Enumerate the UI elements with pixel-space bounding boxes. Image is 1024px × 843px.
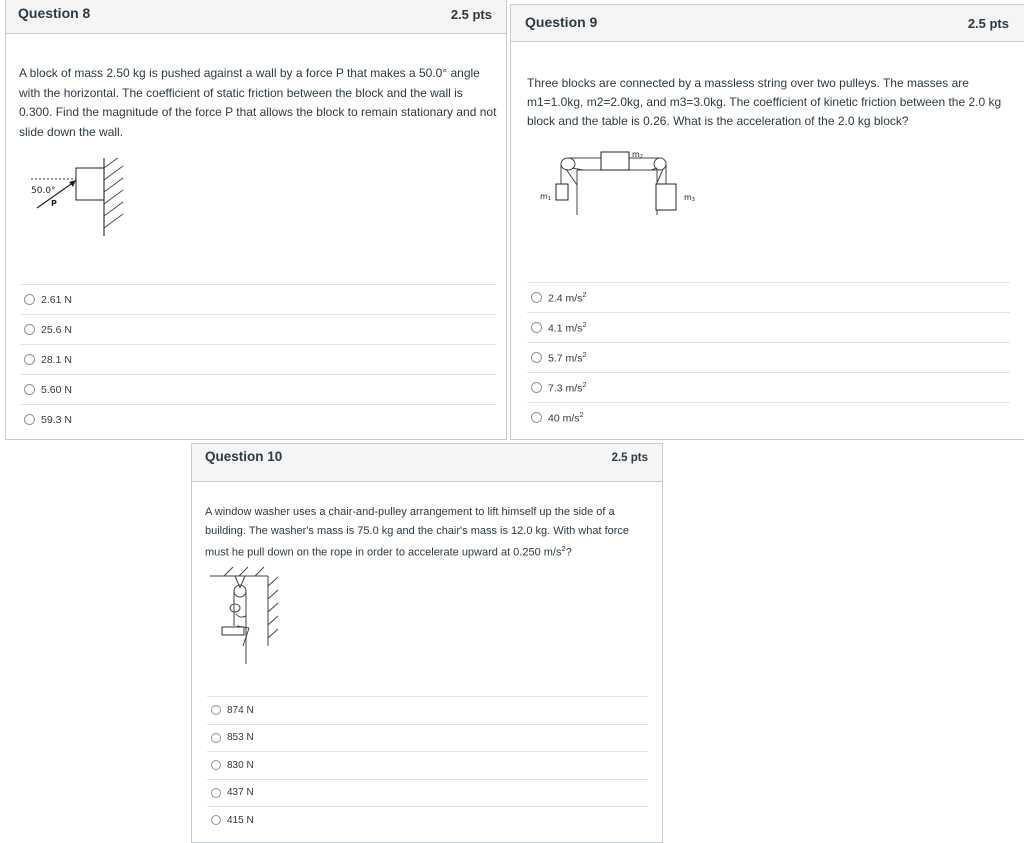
radio-button[interactable] — [211, 705, 221, 716]
radio-button[interactable] — [531, 412, 542, 423]
answer-option[interactable]: 7.3 m/s2 — [527, 372, 1010, 402]
answer-option[interactable]: 5.7 m/s2 — [527, 342, 1010, 372]
radio-button[interactable] — [24, 324, 35, 335]
label-m2: m2 — [632, 150, 643, 160]
answer-option[interactable]: 59.3 N — [20, 404, 496, 434]
radio-button[interactable] — [211, 732, 221, 743]
radio-button[interactable] — [531, 382, 542, 393]
question-text: A window washer uses a chair-and-pulley … — [205, 506, 630, 559]
answer-label: 40 m/s2 — [548, 410, 584, 425]
answer-option[interactable]: 830 N — [207, 751, 648, 779]
block-wall-diagram: 50.0° P — [31, 158, 124, 236]
answer-option[interactable]: 874 N — [207, 696, 648, 724]
radio-button[interactable] — [24, 384, 35, 395]
radio-button[interactable] — [211, 760, 221, 771]
wall-hatching — [103, 158, 124, 229]
answer-list: 874 N 853 N 830 N 437 N 415 N — [207, 696, 648, 834]
question-8-card: Question 8 2.5 pts A block of mass 2.50 … — [5, 0, 507, 440]
answer-label: 28.1 N — [41, 353, 72, 366]
radio-button[interactable] — [24, 414, 35, 425]
answer-label: 2.4 m/s2 — [548, 290, 587, 305]
question-header: Question 10 2.5 pts — [192, 444, 662, 482]
answer-label: 5.60 N — [41, 383, 72, 396]
arrow-head — [69, 180, 76, 187]
question-points: 2.5 pts — [611, 452, 648, 464]
answer-label: 59.3 N — [41, 413, 72, 426]
radio-button[interactable] — [24, 354, 35, 365]
pulley-blocks-diagram: m1 m2 m3 — [540, 150, 695, 215]
radio-button[interactable] — [531, 352, 542, 363]
radio-button[interactable] — [531, 322, 542, 333]
radio-button[interactable] — [211, 787, 221, 798]
answer-option[interactable]: 28.1 N — [20, 344, 496, 374]
question-9-card: Question 9 2.5 pts Three blocks are conn… — [510, 4, 1024, 440]
answer-option[interactable]: 2.61 N — [20, 284, 496, 314]
radio-button[interactable] — [531, 292, 542, 303]
question-title: Question 8 — [18, 5, 91, 21]
answer-option[interactable]: 4.1 m/s2 — [527, 312, 1010, 342]
question-text: Three blocks are connected by a massless… — [527, 76, 1002, 128]
wall-hatching — [267, 576, 279, 639]
answer-list: 2.61 N 25.6 N 28.1 N 5.60 N 59.3 N — [20, 284, 496, 434]
answer-label: 4.1 m/s2 — [548, 320, 587, 335]
label-m3: m3 — [684, 193, 695, 203]
question-header: Question 8 2.5 pts — [6, 0, 506, 34]
answer-label: 853 N — [227, 732, 254, 744]
question-title: Question 9 — [525, 14, 598, 30]
answer-label: 874 N — [227, 704, 254, 716]
answer-label: 5.7 m/s2 — [548, 350, 587, 365]
washer-head — [229, 603, 241, 613]
chair-seat — [221, 626, 245, 636]
label-m1: m1 — [540, 192, 551, 202]
ceiling-hatching — [223, 566, 265, 577]
answer-option[interactable]: 853 N — [207, 723, 648, 752]
answer-list: 2.4 m/s2 4.1 m/s2 5.7 m/s2 7.3 m/s2 40 m… — [527, 282, 1010, 432]
block-m3 — [655, 183, 677, 211]
answer-label: 415 N — [227, 814, 254, 826]
answer-option[interactable]: 2.4 m/s2 — [527, 282, 1010, 312]
question-points: 2.5 pts — [967, 16, 1009, 31]
question-title: Question 10 — [205, 449, 283, 464]
question-text: A block of mass 2.50 kg is pushed agains… — [19, 66, 497, 139]
angle-label: 50.0° — [31, 186, 56, 196]
answer-label: 2.61 N — [41, 293, 72, 306]
radio-button[interactable] — [24, 294, 35, 305]
answer-option[interactable]: 40 m/s2 — [527, 402, 1010, 432]
answer-option[interactable]: 25.6 N — [20, 314, 496, 344]
answer-label: 25.6 N — [41, 323, 72, 336]
answer-option[interactable]: 5.60 N — [20, 374, 496, 404]
answer-label: 7.3 m/s2 — [548, 380, 587, 395]
question-10-card: Question 10 2.5 pts A window washer uses… — [191, 443, 663, 843]
answer-label: 437 N — [227, 787, 254, 799]
radio-button[interactable] — [211, 815, 221, 826]
chair-pulley-diagram — [210, 566, 279, 664]
block-m2 — [600, 151, 630, 171]
block — [75, 167, 105, 201]
question-header: Question 9 2.5 pts — [511, 5, 1024, 42]
answer-option[interactable]: 415 N — [207, 806, 648, 834]
question-points: 2.5 pts — [450, 7, 492, 22]
answer-label: 830 N — [227, 759, 254, 771]
force-label: P — [51, 199, 57, 208]
block-m1 — [555, 183, 569, 201]
answer-option[interactable]: 437 N — [207, 778, 648, 807]
